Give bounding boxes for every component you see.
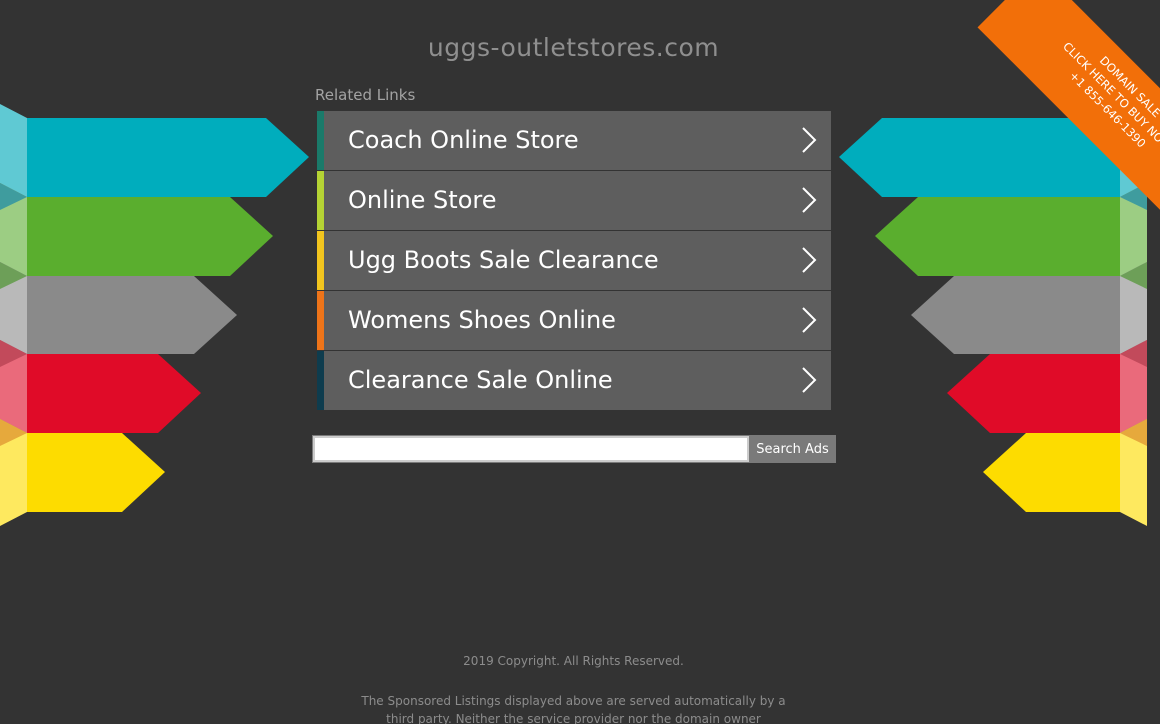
left-arrow-gray: [27, 276, 237, 354]
link-accent-bar: [317, 231, 324, 290]
related-link[interactable]: Ugg Boots Sale Clearance: [317, 231, 831, 290]
search-input[interactable]: [313, 436, 749, 462]
related-links-heading: Related Links: [315, 86, 416, 104]
related-link[interactable]: Clearance Sale Online: [317, 351, 831, 410]
domain-sale-ribbon[interactable]: DOMAIN SALE CLICK HERE TO BUY NOW! +1 85…: [977, 0, 1160, 230]
left-arrow-green: [27, 197, 273, 276]
related-link[interactable]: Online Store: [317, 171, 831, 230]
chevron-right-icon: [802, 307, 817, 333]
search-ads-button[interactable]: Search Ads: [749, 435, 836, 463]
related-link-label: Clearance Sale Online: [348, 366, 613, 394]
related-link-label: Womens Shoes Online: [348, 306, 616, 334]
chevron-right-icon: [802, 367, 817, 393]
link-accent-bar: [317, 351, 324, 410]
related-link-label: Online Store: [348, 186, 497, 214]
chevron-right-icon: [802, 127, 817, 153]
left-arrow-yellow: [27, 433, 165, 512]
search-form: Search Ads: [312, 435, 836, 463]
page: uggs-outletstores.com Related Links Coac…: [0, 0, 1160, 724]
related-link[interactable]: Womens Shoes Online: [317, 291, 831, 350]
related-links-list: Coach Online Store Online Store Ugg Boot…: [317, 111, 831, 411]
left-fold-teal: [0, 104, 27, 197]
sponsored-disclaimer: The Sponsored Listings displayed above a…: [361, 694, 786, 724]
right-arrow-yellow: [983, 433, 1120, 512]
domain-sale-ribbon-wrap: DOMAIN SALE CLICK HERE TO BUY NOW! +1 85…: [930, 0, 1160, 230]
related-link-label: Ugg Boots Sale Clearance: [348, 246, 659, 274]
link-accent-bar: [317, 171, 324, 230]
link-accent-bar: [317, 111, 324, 170]
link-accent-bar: [317, 291, 324, 350]
related-link-label: Coach Online Store: [348, 126, 579, 154]
left-arrow-teal: [27, 118, 309, 197]
left-arrow-red: [27, 354, 201, 433]
chevron-right-icon: [802, 247, 817, 273]
chevron-right-icon: [802, 187, 817, 213]
copyright-text: 2019 Copyright. All Rights Reserved.: [463, 654, 684, 668]
related-link[interactable]: Coach Online Store: [317, 111, 831, 170]
right-arrow-red: [947, 354, 1120, 433]
right-arrow-gray: [911, 276, 1120, 354]
